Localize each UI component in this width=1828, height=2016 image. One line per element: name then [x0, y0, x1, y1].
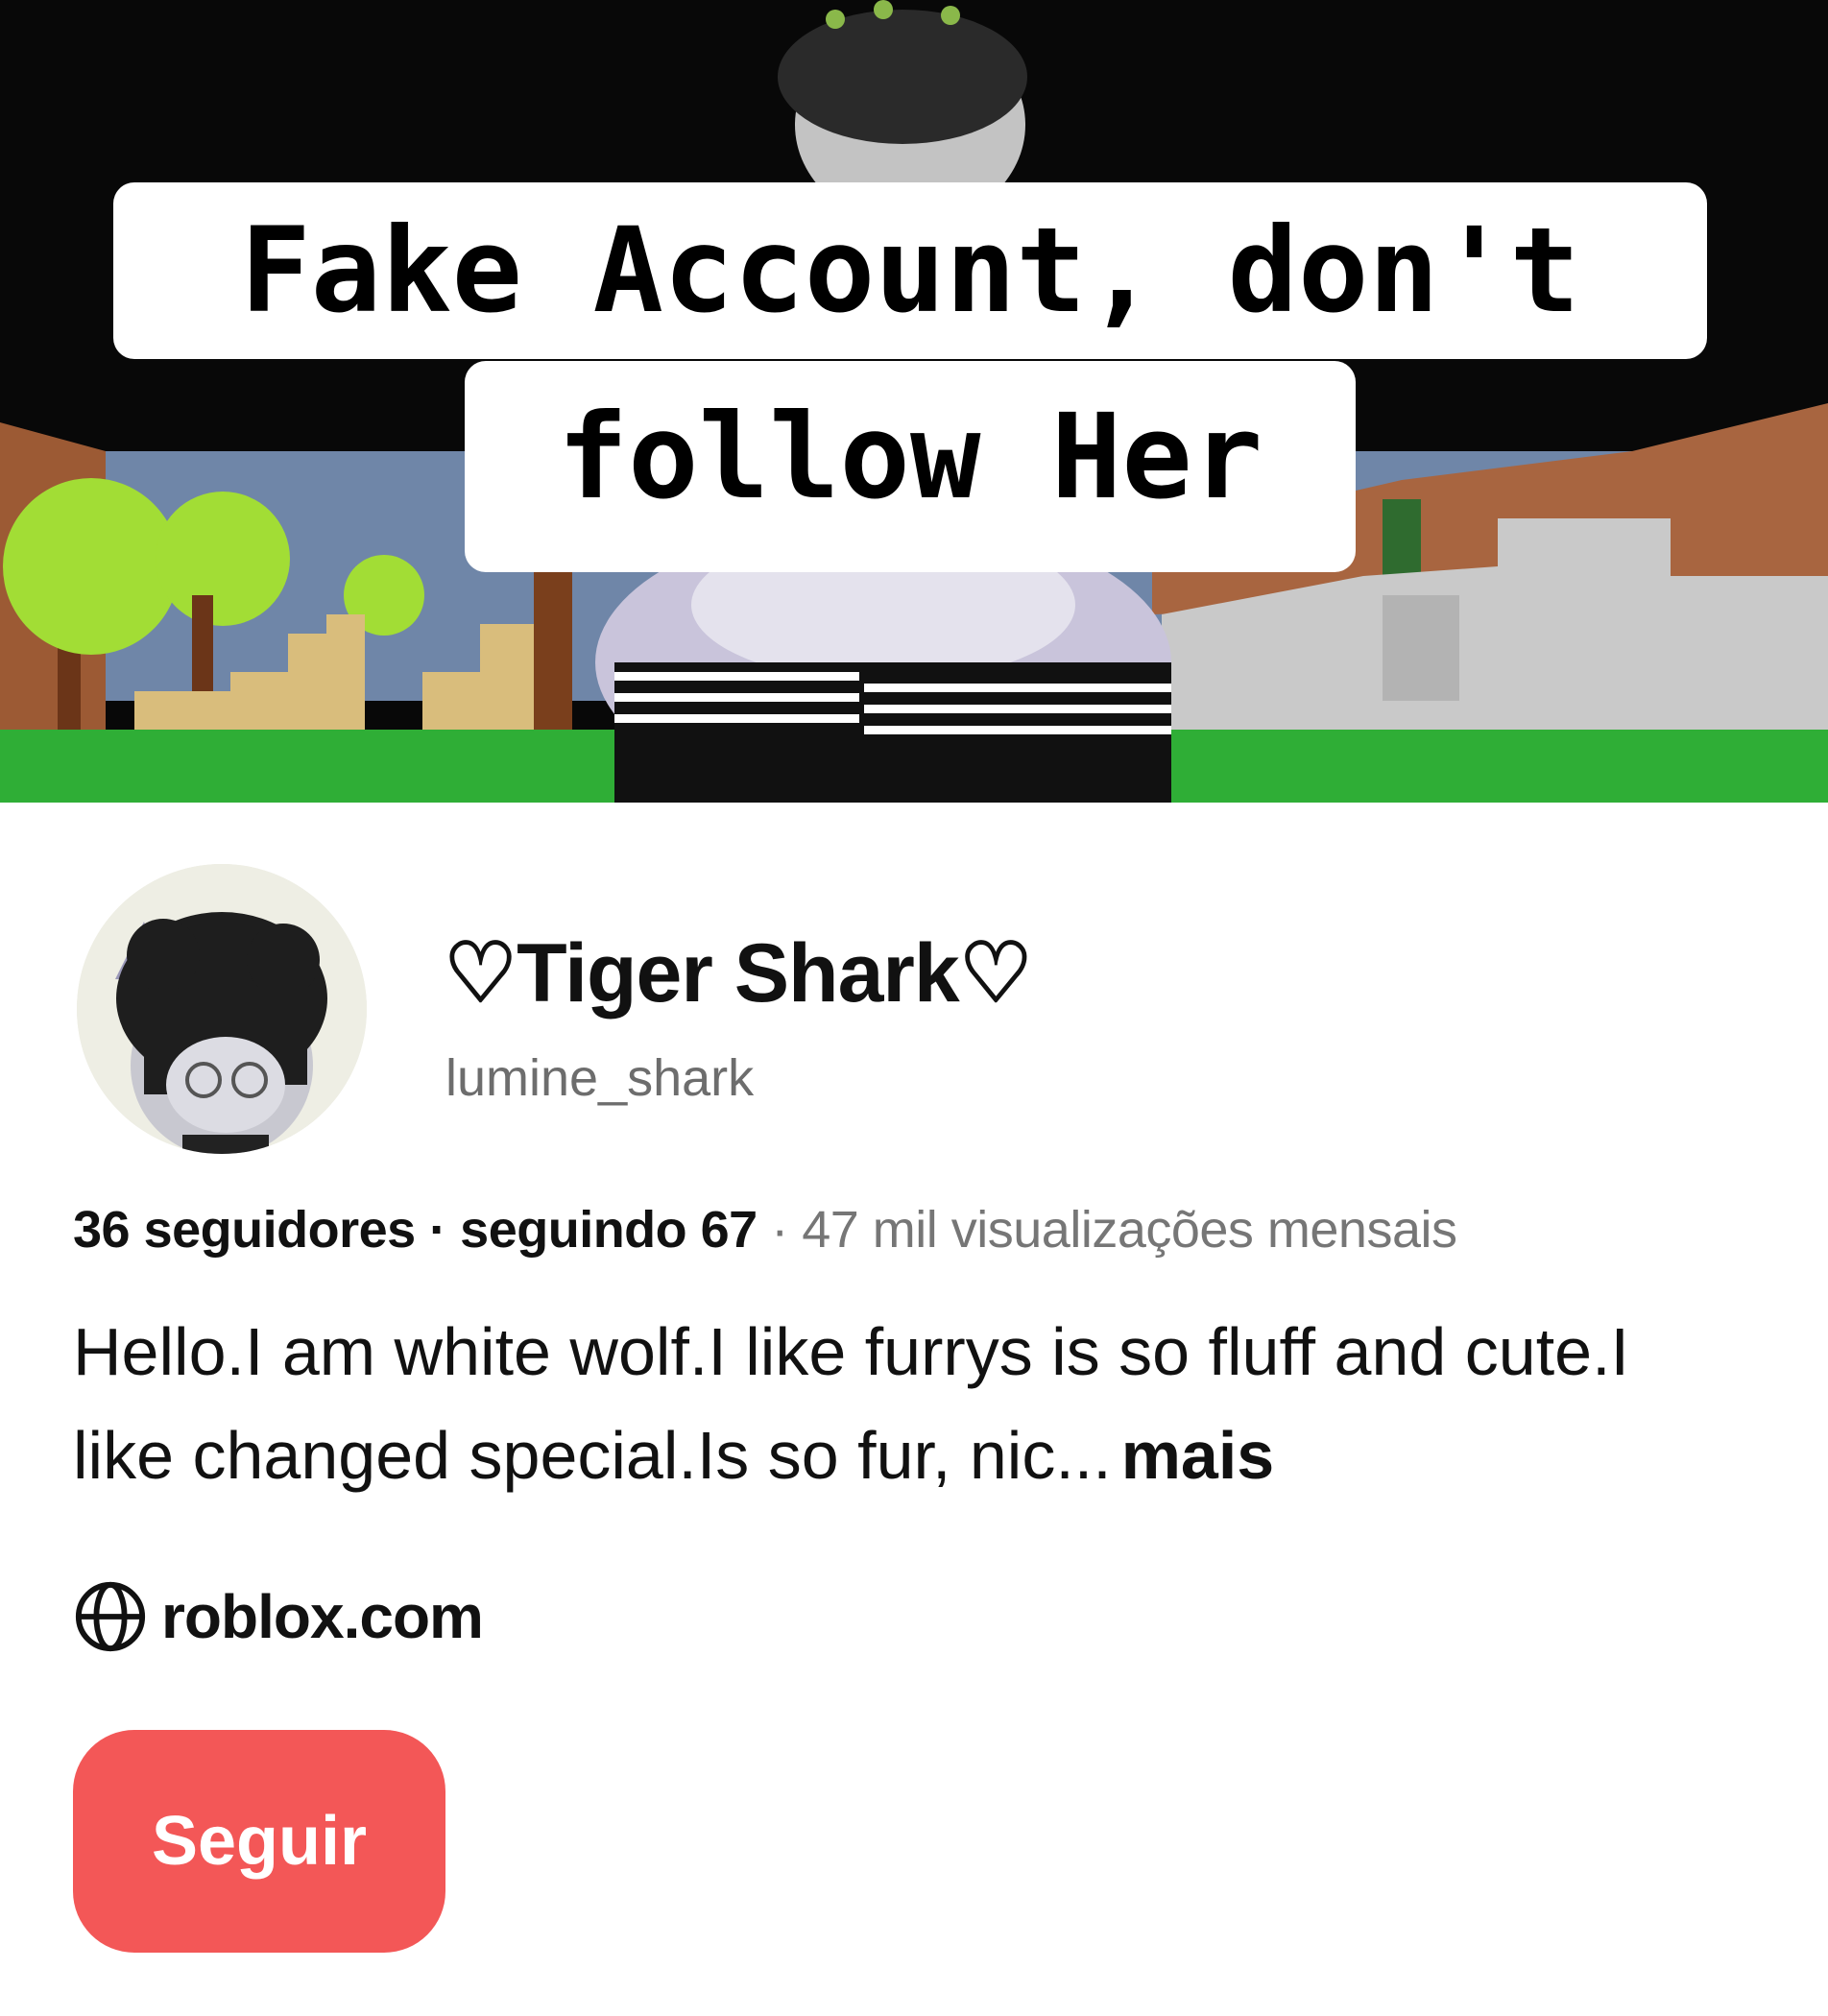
- profile-banner: Fake Account, don't follow Her: [0, 0, 1828, 803]
- following-count[interactable]: seguindo 67: [460, 1201, 758, 1259]
- avatar[interactable]: [77, 864, 367, 1154]
- stats-separator: ·: [757, 1201, 803, 1259]
- username: lumine_shark: [445, 1049, 755, 1107]
- bio-text: Hello.I am white wolf.I like furrys is s…: [73, 1314, 1630, 1493]
- website-link[interactable]: roblox.com: [73, 1578, 484, 1655]
- avatar-image: [77, 864, 367, 1154]
- follow-button[interactable]: Seguir: [73, 1730, 445, 1953]
- followers-count[interactable]: 36 seguidores: [73, 1201, 416, 1259]
- globe-icon: [75, 1581, 146, 1652]
- website-url[interactable]: roblox.com: [161, 1581, 484, 1652]
- profile-stats: 36 seguidores · seguindo 67 · 47 mil vis…: [73, 1200, 1457, 1260]
- display-name: ♡Tiger Shark♡: [444, 927, 1033, 1020]
- warning-caption-line-1: Fake Account, don't: [113, 182, 1707, 359]
- bio-more-link[interactable]: mais: [1121, 1418, 1275, 1493]
- stats-separator: ·: [415, 1201, 461, 1259]
- warning-caption-line-2: follow Her: [465, 361, 1356, 572]
- monthly-views: 47 mil visualizações mensais: [802, 1201, 1457, 1259]
- bio: Hello.I am white wolf.I like furrys is s…: [73, 1300, 1744, 1507]
